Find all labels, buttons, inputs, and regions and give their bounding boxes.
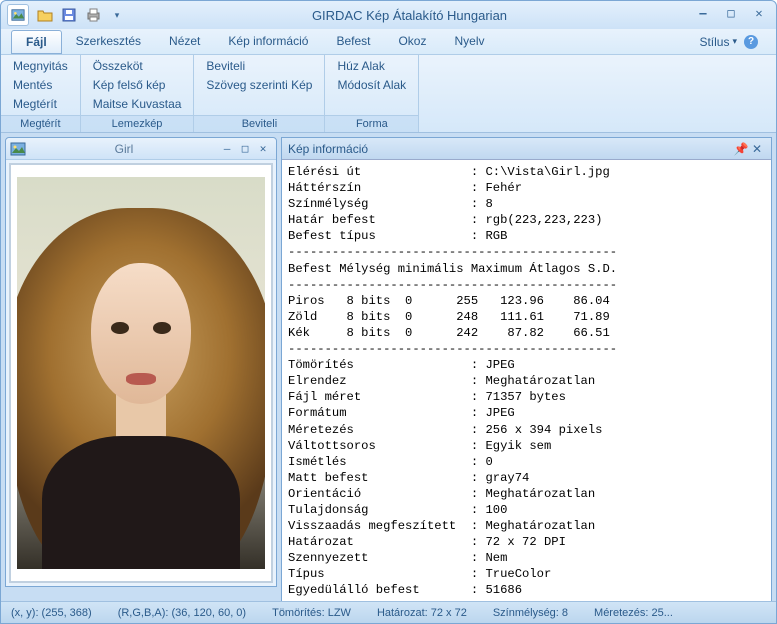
ribbon-item-húz-alak[interactable]: Húz Alak	[333, 57, 410, 75]
status-xy: (x, y): (255, 368)	[11, 607, 92, 619]
ribbon-item-módosít-alak[interactable]: Módosít Alak	[333, 76, 410, 94]
ribbon-item-beviteli[interactable]: Beviteli	[202, 57, 316, 75]
panel-close-button[interactable]: ✕	[749, 142, 765, 156]
ribbon-item-megtérít[interactable]: Megtérít	[9, 95, 72, 113]
ribbon-group-megtérít: MegnyitásMentésMegtérítMegtérít	[1, 55, 81, 132]
menubar: FájlSzerkesztésNézetKép információBefest…	[1, 29, 776, 55]
titlebar: ▾ GIRDAC Kép Átalakító Hungarian – □ ✕	[1, 1, 776, 29]
child-maximize-button[interactable]: □	[236, 142, 254, 155]
status-resolution: Határozat: 72 x 72	[377, 607, 467, 619]
pin-icon[interactable]: 📌	[733, 142, 749, 156]
save-icon[interactable]	[59, 5, 79, 25]
status-rgba: (R,G,B,A): (36, 120, 60, 0)	[118, 607, 246, 619]
menu-item-befest[interactable]: Befest	[322, 30, 384, 54]
left-pane: Girl – □ ✕	[1, 133, 281, 601]
ribbon-item-szöveg-szerinti-kép[interactable]: Szöveg szerinti Kép	[202, 76, 316, 94]
info-panel-title: Kép információ	[288, 142, 733, 156]
ribbon-item-mentés[interactable]: Mentés	[9, 76, 72, 94]
window-controls: – □ ✕	[692, 6, 770, 24]
child-window-titlebar: Girl – □ ✕	[6, 138, 276, 160]
workspace: Girl – □ ✕ Kép információ 📌 ✕	[1, 133, 776, 601]
image-viewport[interactable]	[9, 163, 273, 583]
right-pane: Kép információ 📌 ✕ Elérési út : C:\Vista…	[281, 133, 776, 601]
ribbon-group-label: Forma	[325, 115, 418, 132]
quick-access-toolbar: ▾	[35, 5, 127, 25]
child-close-button[interactable]: ✕	[254, 142, 272, 155]
menu-item-okoz[interactable]: Okoz	[384, 30, 440, 54]
open-icon[interactable]	[35, 5, 55, 25]
ribbon-group-label: Megtérít	[1, 115, 80, 132]
help-icon[interactable]: ?	[744, 35, 758, 49]
app-title: GIRDAC Kép Átalakító Hungarian	[127, 8, 692, 23]
dropdown-icon: ▾	[732, 36, 737, 47]
ribbon-item-összeköt[interactable]: Összeköt	[89, 57, 186, 75]
style-dropdown[interactable]: Stílus ▾ ?	[691, 32, 766, 52]
image-content	[17, 177, 265, 569]
app-window: ▾ GIRDAC Kép Átalakító Hungarian – □ ✕ F…	[0, 0, 777, 624]
ribbon-item-maitse-kuvastaa[interactable]: Maitse Kuvastaa	[89, 95, 186, 113]
menu-item-kép-információ[interactable]: Kép információ	[214, 30, 322, 54]
app-icon[interactable]	[7, 4, 29, 26]
menu-item-fájl[interactable]: Fájl	[11, 30, 62, 54]
menu-item-nyelv[interactable]: Nyelv	[440, 30, 498, 54]
ribbon-item-kép-felső-kép[interactable]: Kép felső kép	[89, 76, 186, 94]
info-panel-header: Kép információ 📌 ✕	[282, 138, 771, 160]
status-size: Méretezés: 25...	[594, 607, 673, 619]
child-window-title: Girl	[30, 142, 218, 156]
maximize-button[interactable]: □	[720, 6, 742, 24]
status-depth: Színmélység: 8	[493, 607, 568, 619]
statusbar: (x, y): (255, 368) (R,G,B,A): (36, 120, …	[1, 601, 776, 623]
image-child-window: Girl – □ ✕	[5, 137, 277, 587]
minimize-button[interactable]: –	[692, 6, 714, 24]
ribbon-group-lemezkép: ÖsszekötKép felső képMaitse Kuvastaa Leme…	[81, 55, 195, 132]
print-icon[interactable]	[83, 5, 103, 25]
status-compression: Tömörítés: LZW	[272, 607, 351, 619]
info-panel-body[interactable]: Elérési út : C:\Vista\Girl.jpg Háttérszí…	[282, 160, 771, 601]
close-button[interactable]: ✕	[748, 6, 770, 24]
ribbon-group-beviteli: BeviteliSzöveg szerinti KépBeviteli	[194, 55, 325, 132]
qat-dropdown-icon[interactable]: ▾	[107, 5, 127, 25]
ribbon-group-label: Beviteli	[194, 115, 324, 132]
style-label: Stílus	[699, 35, 729, 49]
image-icon	[10, 141, 26, 157]
ribbon-group-forma: Húz AlakMódosít Alak Forma	[325, 55, 419, 132]
menu-item-nézet[interactable]: Nézet	[155, 30, 214, 54]
ribbon: MegnyitásMentésMegtérítMegtérítÖsszekötK…	[1, 55, 776, 133]
ribbon-group-label: Lemezkép	[81, 115, 194, 132]
child-minimize-button[interactable]: –	[218, 142, 236, 155]
info-panel: Kép információ 📌 ✕ Elérési út : C:\Vista…	[281, 137, 772, 601]
menu-item-szerkesztés[interactable]: Szerkesztés	[62, 30, 155, 54]
ribbon-item-megnyitás[interactable]: Megnyitás	[9, 57, 72, 75]
